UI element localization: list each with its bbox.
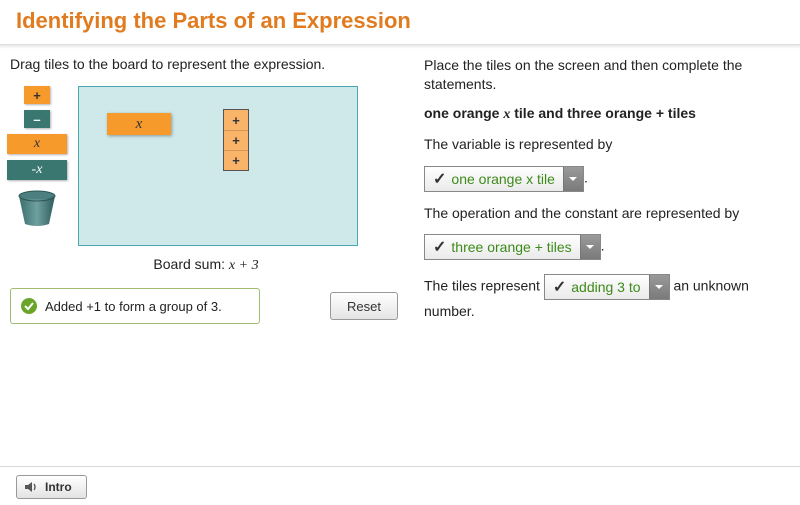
- page-title: Identifying the Parts of an Expression: [16, 8, 784, 34]
- placed-plus-stack[interactable]: + + +: [223, 109, 249, 171]
- trash-bucket-icon[interactable]: [15, 190, 59, 226]
- tile-x[interactable]: x: [7, 134, 67, 154]
- chevron-down-icon: [580, 235, 600, 259]
- intro-button[interactable]: Intro: [16, 475, 87, 499]
- feedback-message: Added +1 to form a group of 3.: [10, 288, 260, 324]
- chevron-down-icon: [563, 167, 583, 191]
- select-represent[interactable]: ✓adding 3 to: [544, 274, 670, 300]
- select-variable[interactable]: ✓one orange x tile: [424, 166, 584, 192]
- select-operation[interactable]: ✓three orange + tiles: [424, 234, 601, 260]
- board-sum-expr: x + 3: [229, 258, 259, 273]
- tile-plus[interactable]: +: [24, 86, 50, 104]
- statement-1: The variable is represented by: [424, 135, 784, 154]
- intro-label: Intro: [45, 480, 72, 494]
- tile-negx[interactable]: -x: [7, 160, 67, 180]
- left-instruction: Drag tiles to the board to represent the…: [10, 56, 406, 72]
- bold-statement: one orange x tile and three orange + til…: [424, 104, 784, 125]
- speaker-icon: [23, 479, 39, 495]
- feedback-text: Added +1 to form a group of 3.: [45, 299, 222, 314]
- placed-plus-3[interactable]: +: [224, 150, 248, 170]
- checkmark-icon: ✓: [433, 169, 446, 189]
- placed-plus-1[interactable]: +: [224, 110, 248, 130]
- board-sum: Board sum: x + 3: [6, 256, 406, 274]
- board-area[interactable]: x + + +: [78, 86, 358, 246]
- check-icon: [21, 298, 37, 314]
- checkmark-icon: ✓: [553, 277, 566, 299]
- board-sum-label: Board sum:: [153, 256, 228, 272]
- right-instruction: Place the tiles on the screen and then c…: [424, 56, 784, 94]
- reset-button[interactable]: Reset: [330, 292, 398, 320]
- statement-2: The operation and the constant are repre…: [424, 204, 784, 223]
- tile-minus[interactable]: –: [24, 110, 50, 128]
- checkmark-icon: ✓: [433, 237, 446, 257]
- placed-plus-2[interactable]: +: [224, 130, 248, 150]
- tile-palette: + – x -x: [6, 86, 68, 226]
- placed-x-tile[interactable]: x: [107, 113, 171, 135]
- chevron-down-icon: [649, 275, 669, 299]
- statement-3: The tiles represent ✓adding 3 to an unkn…: [424, 272, 784, 321]
